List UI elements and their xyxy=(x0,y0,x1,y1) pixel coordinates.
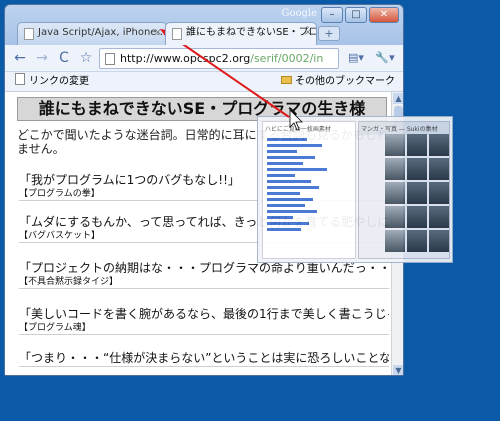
tab-java-script[interactable]: Java Script/Ajax, iPhone… × xyxy=(17,22,167,45)
bookmark-link-change[interactable]: リンクの変更 xyxy=(15,72,89,92)
tab-label: Java Script/Ajax, iPhone… xyxy=(38,27,167,38)
new-tab-button[interactable]: + xyxy=(318,26,340,41)
preview-page-left: ハビにご覧の一枚画素材 xyxy=(262,121,356,259)
url-mid: pcsp xyxy=(189,52,216,65)
folder-icon xyxy=(281,76,292,84)
page-icon xyxy=(172,28,182,40)
title-bar[interactable]: Google – □ ✕ Java Script/Ajax, iPhone… ×… xyxy=(5,5,403,45)
tab-close-icon[interactable]: × xyxy=(154,23,162,43)
bookmark-star-icon[interactable]: ☆ xyxy=(75,48,97,68)
other-bookmarks-folder[interactable]: その他のブックマーク xyxy=(281,72,395,92)
quote-item: 「つまり・・・“仕様が決まらない”ということは実に恐ろしいことなんだよ」 xyxy=(19,350,389,367)
address-bar[interactable]: http://www.opcspc2.org/serif/0002/in xyxy=(99,48,339,69)
url-domain: c2.org xyxy=(215,52,251,65)
bookmarks-bar: リンクの変更 その他のブックマーク xyxy=(5,72,403,92)
window-controls: – □ ✕ xyxy=(321,7,399,23)
page-icon xyxy=(24,28,34,40)
quote-item: 「美しいコードを書く腕があるなら、最後の1行まで美しく書こうじゃねぇか」 【プロ… xyxy=(19,306,389,335)
tab-close-icon[interactable]: × xyxy=(304,23,312,43)
navigation-toolbar: ← → C ☆ http://www.opcspc2.org/serif/000… xyxy=(5,45,403,72)
minimize-button[interactable]: – xyxy=(321,7,343,23)
url-host: http://www.o xyxy=(120,52,190,65)
page-menu-button[interactable]: ▤▾ xyxy=(343,48,369,68)
quote-text: 「つまり・・・“仕様が決まらない”ということは実に恐ろしいことなんだよ」 xyxy=(19,351,389,365)
tab-label: 誰にもまねできないSE・プロ xyxy=(186,27,317,38)
dragged-tab-preview[interactable]: ハビにご覧の一枚画素材 マンガ・写真 — Sukiの集材 xyxy=(257,116,453,263)
google-brand-label: Google xyxy=(281,8,317,19)
maximize-button[interactable]: □ xyxy=(345,7,367,23)
close-window-button[interactable]: ✕ xyxy=(369,7,399,23)
quote-text: 「美しいコードを書く腕があるなら、最後の1行まで美しく書こうじゃねぇか」 xyxy=(19,307,389,321)
photo-thumbnails xyxy=(385,134,449,252)
quote-source: 【プログラム魂】 xyxy=(19,323,91,333)
tab-active-se-programmer[interactable]: 誰にもまねできないSE・プロ × xyxy=(165,22,317,45)
quote-item: 「プロジェクトの納期はな・・・プログラマの命より重いんだっ・・・！」 【不具合黙… xyxy=(19,260,389,289)
page-icon xyxy=(105,53,115,65)
url-path: /serif/0002/in xyxy=(250,52,324,65)
preview-page-right: マンガ・写真 — Sukiの集材 xyxy=(358,121,450,259)
reload-button[interactable]: C xyxy=(53,48,75,68)
other-bookmarks-label: その他のブックマーク xyxy=(295,76,395,87)
scroll-up-icon[interactable]: ▲ xyxy=(393,93,403,104)
forward-button[interactable]: → xyxy=(31,48,53,68)
scroll-down-icon[interactable]: ▼ xyxy=(393,365,403,375)
back-button[interactable]: ← xyxy=(9,48,31,68)
tools-menu-button[interactable]: 🔧▾ xyxy=(371,48,399,68)
quote-source: 【不具合黙示録タイジ】 xyxy=(19,277,119,287)
preview-left-header: ハビにご覧の一枚画素材 xyxy=(265,126,331,133)
